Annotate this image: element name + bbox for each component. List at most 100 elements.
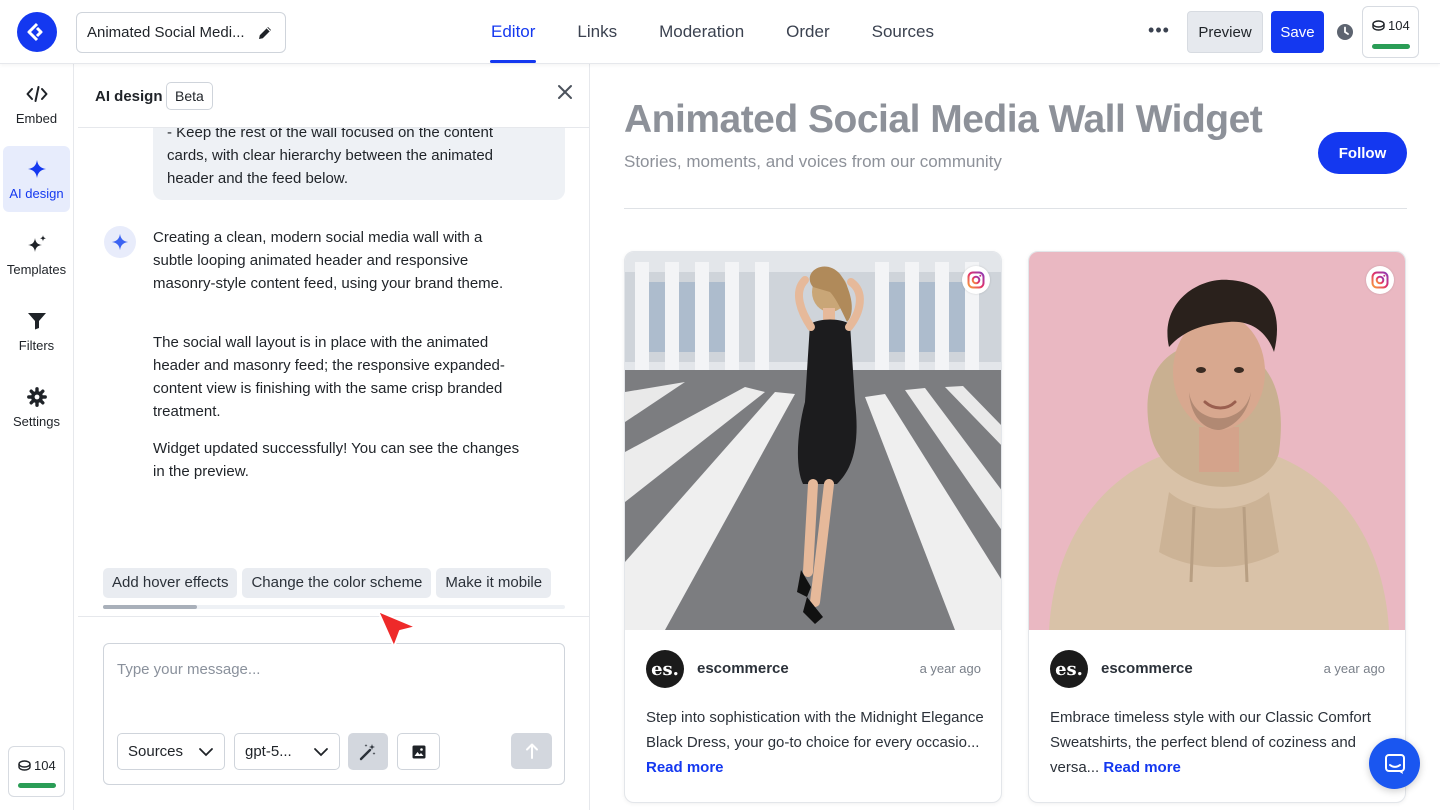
tab-sources[interactable]: Sources (851, 0, 955, 64)
credits-count: 104 (1388, 18, 1410, 33)
filter-icon (26, 310, 48, 332)
ai-panel-title: AI design (95, 88, 163, 105)
sidebar-item-label: Templates (6, 261, 67, 277)
history-clock-icon[interactable] (1335, 22, 1355, 42)
post-time: a year ago (1323, 661, 1385, 676)
tab-links-label: Links (577, 22, 618, 41)
image-upload-button[interactable] (397, 733, 440, 770)
top-bar: Animated Social Medi... Editor Links Mod… (0, 0, 1440, 64)
post-image[interactable] (1029, 252, 1405, 630)
sidebar-item-settings[interactable]: Settings (3, 374, 70, 440)
sidebar-credits-bar (18, 783, 56, 788)
logo-icon (27, 22, 43, 42)
assistant-avatar (104, 226, 136, 258)
follow-button[interactable]: Follow (1318, 132, 1407, 174)
assistant-message: Widget updated successfully! You can see… (153, 440, 520, 480)
sidebar-item-label: Filters (18, 337, 55, 353)
suggestion-chip[interactable]: Make it mobile (436, 568, 552, 598)
widget-preview: Animated Social Media Wall Widget Storie… (591, 64, 1440, 810)
code-icon (26, 83, 48, 105)
sidebar-item-embed[interactable]: Embed (3, 71, 70, 137)
sources-select-value: Sources (128, 743, 184, 760)
beta-badge: Beta (166, 82, 213, 110)
sparkles-icon (26, 234, 48, 256)
coins-icon (18, 760, 31, 771)
post-text-content: Embrace timeless style with our Classic … (1050, 709, 1371, 776)
post-image[interactable] (625, 252, 1001, 630)
close-icon[interactable] (554, 81, 576, 103)
sidebar-credits-indicator[interactable]: 104 (8, 746, 65, 797)
post-card[interactable]: es. escommerce a year ago Step into soph… (624, 251, 1002, 803)
user-message-line: cards, with clear hierarchy between the … (167, 147, 494, 164)
coins-icon (1372, 20, 1385, 31)
avatar[interactable]: es. (646, 650, 684, 688)
tab-moderation-label: Moderation (659, 22, 745, 41)
model-select[interactable]: gpt-5... (234, 733, 340, 770)
instagram-icon (1366, 266, 1394, 294)
avatar[interactable]: es. (1050, 650, 1088, 688)
post-text: Embrace timeless style with our Classic … (1050, 705, 1390, 780)
gear-icon (26, 386, 48, 408)
sidebar-item-label: AI design (9, 185, 64, 201)
magic-wand-icon (359, 743, 376, 760)
message-input[interactable]: Type your message... (117, 661, 260, 678)
suggestion-chip[interactable]: Change the color scheme (242, 568, 432, 598)
pencil-icon[interactable] (255, 23, 275, 43)
mouse-cursor-icon (376, 609, 420, 653)
sources-select[interactable]: Sources (117, 733, 225, 770)
sidebar-credits-count: 104 (34, 758, 56, 773)
chat-support-button[interactable] (1369, 738, 1420, 789)
tab-order[interactable]: Order (765, 0, 850, 64)
read-more-link[interactable]: Read more (646, 759, 724, 776)
chevron-down-icon (314, 747, 328, 756)
sidebar-item-filters[interactable]: Filters (3, 298, 70, 364)
assistant-message: Creating a clean, modern social media wa… (153, 229, 504, 292)
message-composer: Type your message... Sources gpt-5... (103, 643, 565, 785)
user-message-line: header and the feed below. (167, 170, 348, 187)
preview-button[interactable]: Preview (1187, 11, 1263, 53)
suggestion-chip[interactable]: Add hover effects (103, 568, 238, 598)
scrollbar-thumb[interactable] (103, 605, 197, 609)
ai-design-panel: - Keep the rest of the wall focused on t… (78, 64, 590, 810)
tab-order-label: Order (786, 22, 830, 41)
ai-panel-header: AI design Beta (78, 64, 589, 128)
post-time: a year ago (919, 661, 981, 676)
assistant-message: The social wall layout is in place with … (153, 334, 505, 420)
credits-indicator[interactable]: 104 (1362, 6, 1419, 58)
sparkle-icon (111, 233, 129, 251)
instagram-icon (962, 266, 990, 294)
post-username[interactable]: escommerce (697, 660, 789, 677)
image-icon (412, 745, 425, 758)
model-select-value: gpt-5... (245, 743, 292, 760)
post-text: Step into sophistication with the Midnig… (646, 705, 986, 780)
tab-editor[interactable]: Editor (470, 0, 556, 64)
sidebar-item-templates[interactable]: Templates (3, 222, 70, 288)
suggestions-scrollbar[interactable] (103, 605, 565, 609)
arrow-up-icon (525, 743, 538, 759)
sidebar-item-ai-design[interactable]: AI design (3, 146, 70, 212)
main-tabs: Editor Links Moderation Order Sources (470, 0, 955, 64)
chat-icon (1384, 753, 1405, 774)
divider (624, 208, 1407, 209)
send-button[interactable] (511, 733, 552, 769)
save-button[interactable]: Save (1271, 11, 1324, 53)
preview-title: Animated Social Media Wall Widget (624, 98, 1263, 141)
magic-wand-button[interactable] (348, 733, 388, 770)
suggestion-chips: Add hover effects Change the color scheme… (103, 568, 565, 598)
divider (78, 616, 589, 617)
app-logo[interactable] (17, 12, 57, 52)
post-username[interactable]: escommerce (1101, 660, 1193, 677)
sparkle-icon (26, 158, 48, 180)
more-options-icon[interactable]: ••• (1146, 20, 1172, 44)
read-more-link[interactable]: Read more (1103, 759, 1181, 776)
tab-moderation[interactable]: Moderation (638, 0, 765, 64)
widget-title-field[interactable]: Animated Social Medi... (76, 12, 286, 53)
tab-sources-label: Sources (871, 22, 935, 41)
tab-editor-label: Editor (491, 22, 536, 41)
post-card[interactable]: es. escommerce a year ago Embrace timele… (1028, 251, 1406, 803)
sidebar-item-label: Settings (13, 413, 60, 429)
sidebar-item-label: Embed (15, 110, 58, 126)
tab-links[interactable]: Links (556, 0, 638, 64)
chevron-down-icon (199, 747, 213, 756)
post-text-content: Step into sophistication with the Midnig… (646, 709, 984, 751)
